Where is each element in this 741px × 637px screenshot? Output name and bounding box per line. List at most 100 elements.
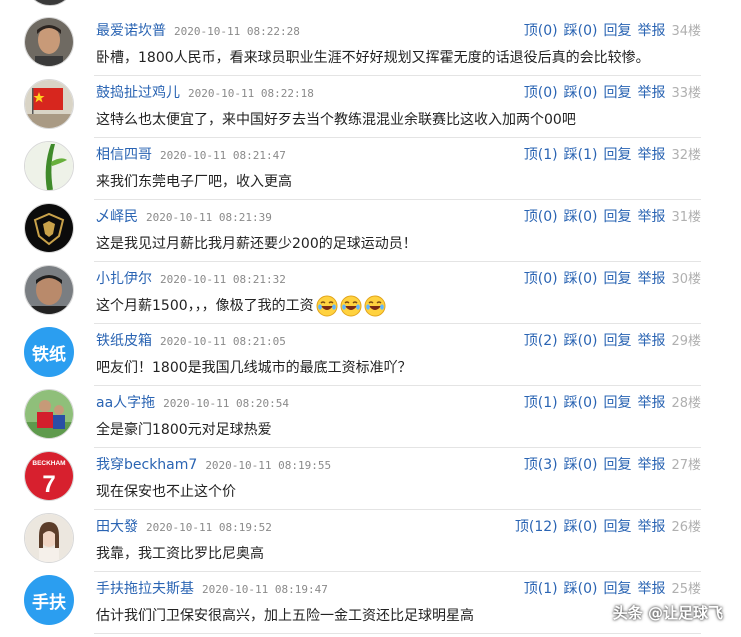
girl-avatar	[25, 514, 73, 562]
downvote-link[interactable]: 踩(0)	[564, 457, 598, 473]
report-link[interactable]: 举报	[637, 581, 665, 597]
report-link[interactable]: 举报	[637, 271, 665, 287]
upvote-link[interactable]: 顶(0)	[524, 23, 558, 39]
comment-text-wrap: 卧槽，1800人民币，看来球员职业生涯不好好规划又挥霍无度的话退役后真的会比较惨…	[96, 47, 701, 67]
upvote-link[interactable]: 顶(0)	[524, 209, 558, 225]
comment-text-wrap: 吧友们！1800是我国几线城市的最底工资标准吖？	[96, 357, 701, 377]
username-link[interactable]: 我穿beckham7	[96, 457, 197, 473]
upvote-link[interactable]: 顶(2)	[524, 333, 558, 349]
floor-number: 30楼	[671, 272, 701, 287]
comment-text-wrap: 这个月薪1500，，，像极了我的工资	[96, 295, 701, 317]
avatar[interactable]	[24, 203, 74, 253]
comment-text: 我靠，我工资比罗比尼奥高	[96, 546, 264, 562]
floor-number: 33楼	[671, 86, 701, 101]
avatar[interactable]: BECKHAM 7	[24, 451, 74, 501]
floor-number: 28楼	[671, 396, 701, 411]
avatar[interactable]: 手扶	[24, 575, 74, 625]
reply-link[interactable]: 回复	[603, 271, 631, 287]
report-link[interactable]: 举报	[637, 395, 665, 411]
downvote-link[interactable]: 踩(0)	[564, 581, 598, 597]
avatar-text: 手扶	[32, 592, 66, 613]
comment-row: 最爱诺坎普 2020-10-11 08:22:28 顶(0) 踩(0) 回复 举报 34楼卧…	[0, 14, 741, 76]
username-link[interactable]: 最爱诺坎普	[96, 23, 166, 39]
upvote-link[interactable]: 顶(1)	[524, 395, 558, 411]
comment-text-wrap: 来我们东莞电子厂吧，收入更高	[96, 171, 701, 191]
username-link[interactable]: aa人字拖	[96, 395, 155, 411]
comment-row: 相信四哥 2020-10-11 08:21:47 顶(1) 踩(1) 回复 举报 32楼 来我…	[0, 138, 741, 200]
username-link[interactable]: 田大發	[96, 519, 138, 535]
comment-time: 2020-10-11 08:19:47	[202, 583, 328, 596]
player-avatar	[25, 390, 73, 438]
reply-link[interactable]: 回复	[603, 395, 631, 411]
partial-avatar	[25, 0, 75, 6]
reply-link[interactable]: 回复	[603, 519, 631, 535]
comment-actions: 顶(0) 踩(0) 回复 举报 34楼	[518, 20, 701, 40]
comment-time: 2020-10-11 08:19:52	[146, 521, 272, 534]
upvote-link[interactable]: 顶(12)	[515, 519, 558, 535]
avatar-text: 铁纸	[32, 344, 66, 365]
username-link[interactable]: 铁纸皮箱	[96, 333, 152, 349]
avatar[interactable]	[24, 79, 74, 129]
username-link[interactable]: 鼓捣扯过鸡儿	[96, 85, 180, 101]
svg-text:BECKHAM: BECKHAM	[32, 460, 65, 467]
report-link[interactable]: 举报	[637, 147, 665, 163]
reply-link[interactable]: 回复	[603, 581, 631, 597]
upvote-link[interactable]: 顶(3)	[524, 457, 558, 473]
comment-meta: 我穿beckham7 2020-10-11 08:19:55 顶(3) 踩(0) 回复举…	[96, 454, 701, 474]
reply-link[interactable]: 回复	[603, 23, 631, 39]
downvote-link[interactable]: 踩(0)	[564, 23, 598, 39]
comment-actions: 顶(0) 踩(0) 回复 举报 33楼	[518, 82, 701, 102]
avatar[interactable]	[24, 141, 74, 191]
comment-meta: 最爱诺坎普 2020-10-11 08:22:28 顶(0) 踩(0) 回复 举报 34楼	[96, 20, 701, 40]
avatar[interactable]	[24, 265, 74, 315]
upvote-link[interactable]: 顶(0)	[524, 85, 558, 101]
upvote-link[interactable]: 顶(0)	[524, 271, 558, 287]
flag-avatar	[25, 80, 73, 128]
downvote-link[interactable]: 踩(0)	[564, 519, 598, 535]
reply-link[interactable]: 回复	[603, 457, 631, 473]
avatar[interactable]: 铁纸	[24, 327, 74, 377]
comment-actions: 顶(1) 踩(1) 回复 举报 32楼	[518, 144, 701, 164]
reply-link[interactable]: 回复	[603, 209, 631, 225]
avatar[interactable]	[24, 17, 74, 67]
comment-meta: aa人字拖 2020-10-11 08:20:54 顶(1) 踩(0) 回复 举报 28楼	[96, 392, 701, 411]
floor-number: 29楼	[671, 334, 701, 349]
comment-text-wrap: 我靠，我工资比罗比尼奥高	[96, 543, 701, 563]
username-link[interactable]: 手扶拖拉夫斯基	[96, 581, 194, 597]
laugh-cry-emoji-icon	[316, 295, 338, 317]
report-link[interactable]: 举报	[637, 85, 665, 101]
downvote-link[interactable]: 踩(0)	[564, 209, 598, 225]
downvote-link[interactable]: 踩(1)	[564, 147, 598, 163]
report-link[interactable]: 举报	[637, 457, 665, 473]
upvote-link[interactable]: 顶(1)	[524, 147, 558, 163]
comment-text: 这是我见过月薪比我月薪还要少200的足球运动员！	[96, 236, 417, 252]
report-link[interactable]: 举报	[637, 519, 665, 535]
username-link[interactable]: 相信四哥	[96, 147, 152, 163]
report-link[interactable]: 举报	[637, 333, 665, 349]
comment-row: BECKHAM 7 我穿beckham7 2020-10-11 08:19:55 顶(3…	[0, 448, 741, 510]
comment-text-wrap: 这特么也太便宜了，来中国好歹去当个教练混混业余联赛比这收入加两个00吧	[96, 109, 701, 129]
downvote-link[interactable]: 踩(0)	[564, 85, 598, 101]
photo-man2-avatar	[25, 266, 73, 314]
downvote-link[interactable]: 踩(0)	[564, 333, 598, 349]
comment-row: aa人字拖 2020-10-11 08:20:54 顶(1) 踩(0) 回复 举报 28楼全…	[0, 386, 741, 448]
reply-link[interactable]: 回复	[603, 85, 631, 101]
report-link[interactable]: 举报	[637, 23, 665, 39]
svg-text:7: 7	[42, 471, 55, 498]
username-link[interactable]: 小扎伊尔	[96, 271, 152, 287]
downvote-link[interactable]: 踩(0)	[564, 395, 598, 411]
comment-text: 卧槽，1800人民币，看来球员职业生涯不好好规划又挥霍无度的话退役后真的会比较惨…	[96, 50, 650, 66]
comment-time: 2020-10-11 08:21:47	[160, 149, 286, 162]
avatar[interactable]	[24, 389, 74, 439]
report-link[interactable]: 举报	[637, 209, 665, 225]
comment-actions: 顶(3) 踩(0) 回复 举报 27楼	[518, 454, 701, 474]
reply-link[interactable]: 回复	[603, 333, 631, 349]
upvote-link[interactable]: 顶(1)	[524, 581, 558, 597]
avatar[interactable]	[24, 513, 74, 563]
username-link[interactable]: 乄峄民	[96, 209, 138, 225]
downvote-link[interactable]: 踩(0)	[564, 271, 598, 287]
comment-time: 2020-10-11 08:21:05	[160, 335, 286, 348]
comment-meta: 相信四哥 2020-10-11 08:21:47 顶(1) 踩(1) 回复 举报 32楼	[96, 144, 701, 164]
comment-meta: 铁纸皮箱 2020-10-11 08:21:05 顶(2) 踩(0) 回复 举报 29楼	[96, 330, 701, 349]
reply-link[interactable]: 回复	[603, 147, 631, 163]
